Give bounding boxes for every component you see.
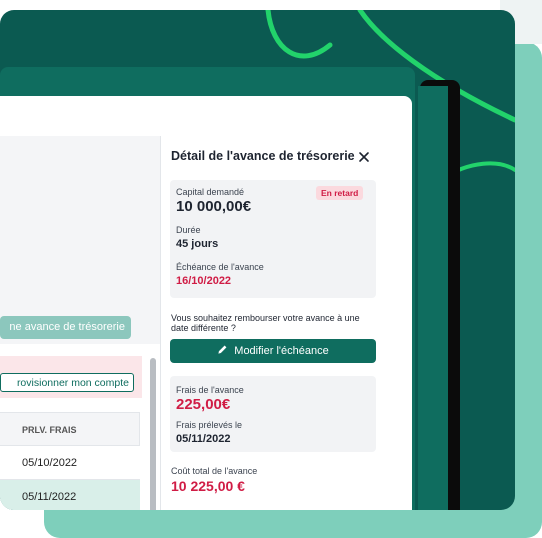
table-row[interactable]: 05/10/2022 <box>0 446 140 480</box>
scrollbar[interactable] <box>150 358 156 510</box>
column-header-prlv-frais[interactable]: PRLV. FRAIS <box>0 412 140 446</box>
capital-value: 10 000,00€ <box>176 198 252 215</box>
modify-button-label: Modifier l'échéance <box>234 345 329 357</box>
reschedule-question: Vous souhaitez rembourser votre avance à… <box>171 313 360 333</box>
total-cost-label: Coût total de l'avance <box>171 466 258 476</box>
table-row-selected[interactable]: 05/11/2022 <box>0 480 140 510</box>
hero-card: ne avance de trésorerie rovisionner mon … <box>0 10 515 510</box>
due-date-value: 16/10/2022 <box>176 275 232 287</box>
background-window-strip <box>418 86 448 510</box>
advances-list-panel: ne avance de trésorerie rovisionner mon … <box>0 96 160 510</box>
top-up-account-button[interactable]: rovisionner mon compte <box>0 373 134 392</box>
fees-charged-label: Frais prélevés le <box>176 420 243 430</box>
pencil-icon <box>218 345 227 354</box>
duration-value: 45 jours <box>176 238 219 250</box>
capital-label: Capital demandé <box>176 187 245 197</box>
fees-card: Frais de l'avance 225,00€ Frais prélevés… <box>170 376 376 452</box>
duration-label: Durée <box>176 225 201 235</box>
total-cost-value: 10 225,00 € <box>171 478 245 494</box>
summary-band <box>0 136 160 344</box>
fees-label: Frais de l'avance <box>176 385 244 395</box>
fees-charged-value: 05/11/2022 <box>176 433 231 445</box>
fees-value: 225,00€ <box>176 396 231 413</box>
fees-table: PRLV. FRAIS 05/10/2022 05/11/2022 <box>0 412 140 510</box>
status-badge: En retard <box>316 186 364 200</box>
modify-due-date-button[interactable]: Modifier l'échéance <box>170 339 376 363</box>
request-advance-button[interactable]: ne avance de trésorerie <box>0 316 131 339</box>
detail-title: Détail de l'avance de trésorerie <box>171 149 355 163</box>
advance-summary-card: Capital demandé En retard 10 000,00€ Dur… <box>170 180 376 298</box>
scrollbar-thumb[interactable] <box>150 358 156 510</box>
due-date-label: Échéance de l'avance <box>176 262 264 272</box>
close-icon[interactable] <box>357 150 371 164</box>
advance-detail-panel: Détail de l'avance de trésorerie Capital… <box>161 136 385 510</box>
app-window: ne avance de trésorerie rovisionner mon … <box>0 96 412 510</box>
